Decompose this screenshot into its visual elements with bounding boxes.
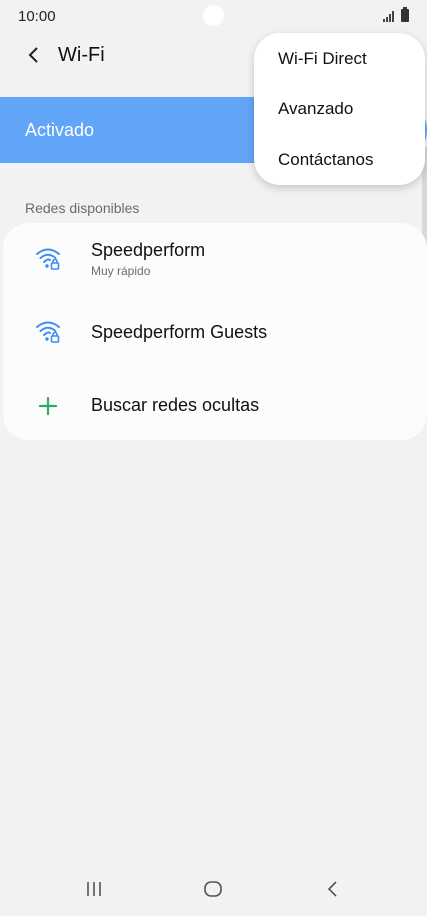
add-hidden-network-label: Buscar redes ocultas [91, 395, 260, 415]
battery-icon [401, 7, 409, 22]
wifi-lock-icon [36, 246, 60, 270]
wifi-lock-icon [36, 319, 60, 343]
menu-item-wifi-direct[interactable]: Wi-Fi Direct [254, 34, 425, 84]
menu-item-label: Avanzado [278, 99, 354, 118]
menu-item-contactanos[interactable]: Contáctanos [254, 135, 425, 185]
network-row-speedperform[interactable]: Speedperform Muy rápido [3, 223, 427, 305]
menu-item-label: Contáctanos [278, 150, 374, 169]
add-hidden-network-row[interactable]: Buscar redes ocultas [3, 375, 427, 440]
back-arrow-icon[interactable] [22, 43, 46, 67]
signal-icon [383, 11, 397, 22]
recents-icon[interactable] [79, 874, 109, 904]
network-speed: Muy rápido [91, 264, 151, 278]
network-name: Speedperform [91, 240, 206, 260]
status-bar: 10:00 [0, 0, 427, 34]
page-title: Wi-Fi [58, 44, 105, 66]
menu-item-label: Wi-Fi Direct [278, 49, 367, 68]
network-name: Speedperform Guests [91, 322, 268, 342]
status-time: 10:00 [18, 8, 56, 25]
camera-cutout [203, 5, 224, 26]
menu-item-avanzado[interactable]: Avanzado [254, 84, 425, 134]
navigation-bar [0, 862, 427, 916]
overflow-menu: Wi-Fi Direct Avanzado Contáctanos [254, 33, 425, 185]
network-list-card: Speedperform Muy rápido Speedperform Gue… [3, 223, 427, 440]
home-icon[interactable] [198, 874, 228, 904]
plus-icon [36, 394, 60, 418]
network-row-speedperform-guests[interactable]: Speedperform Guests [3, 305, 427, 375]
section-header: Redes disponibles [25, 200, 140, 216]
master-switch-label: Activado [25, 120, 95, 140]
back-icon[interactable] [318, 874, 348, 904]
